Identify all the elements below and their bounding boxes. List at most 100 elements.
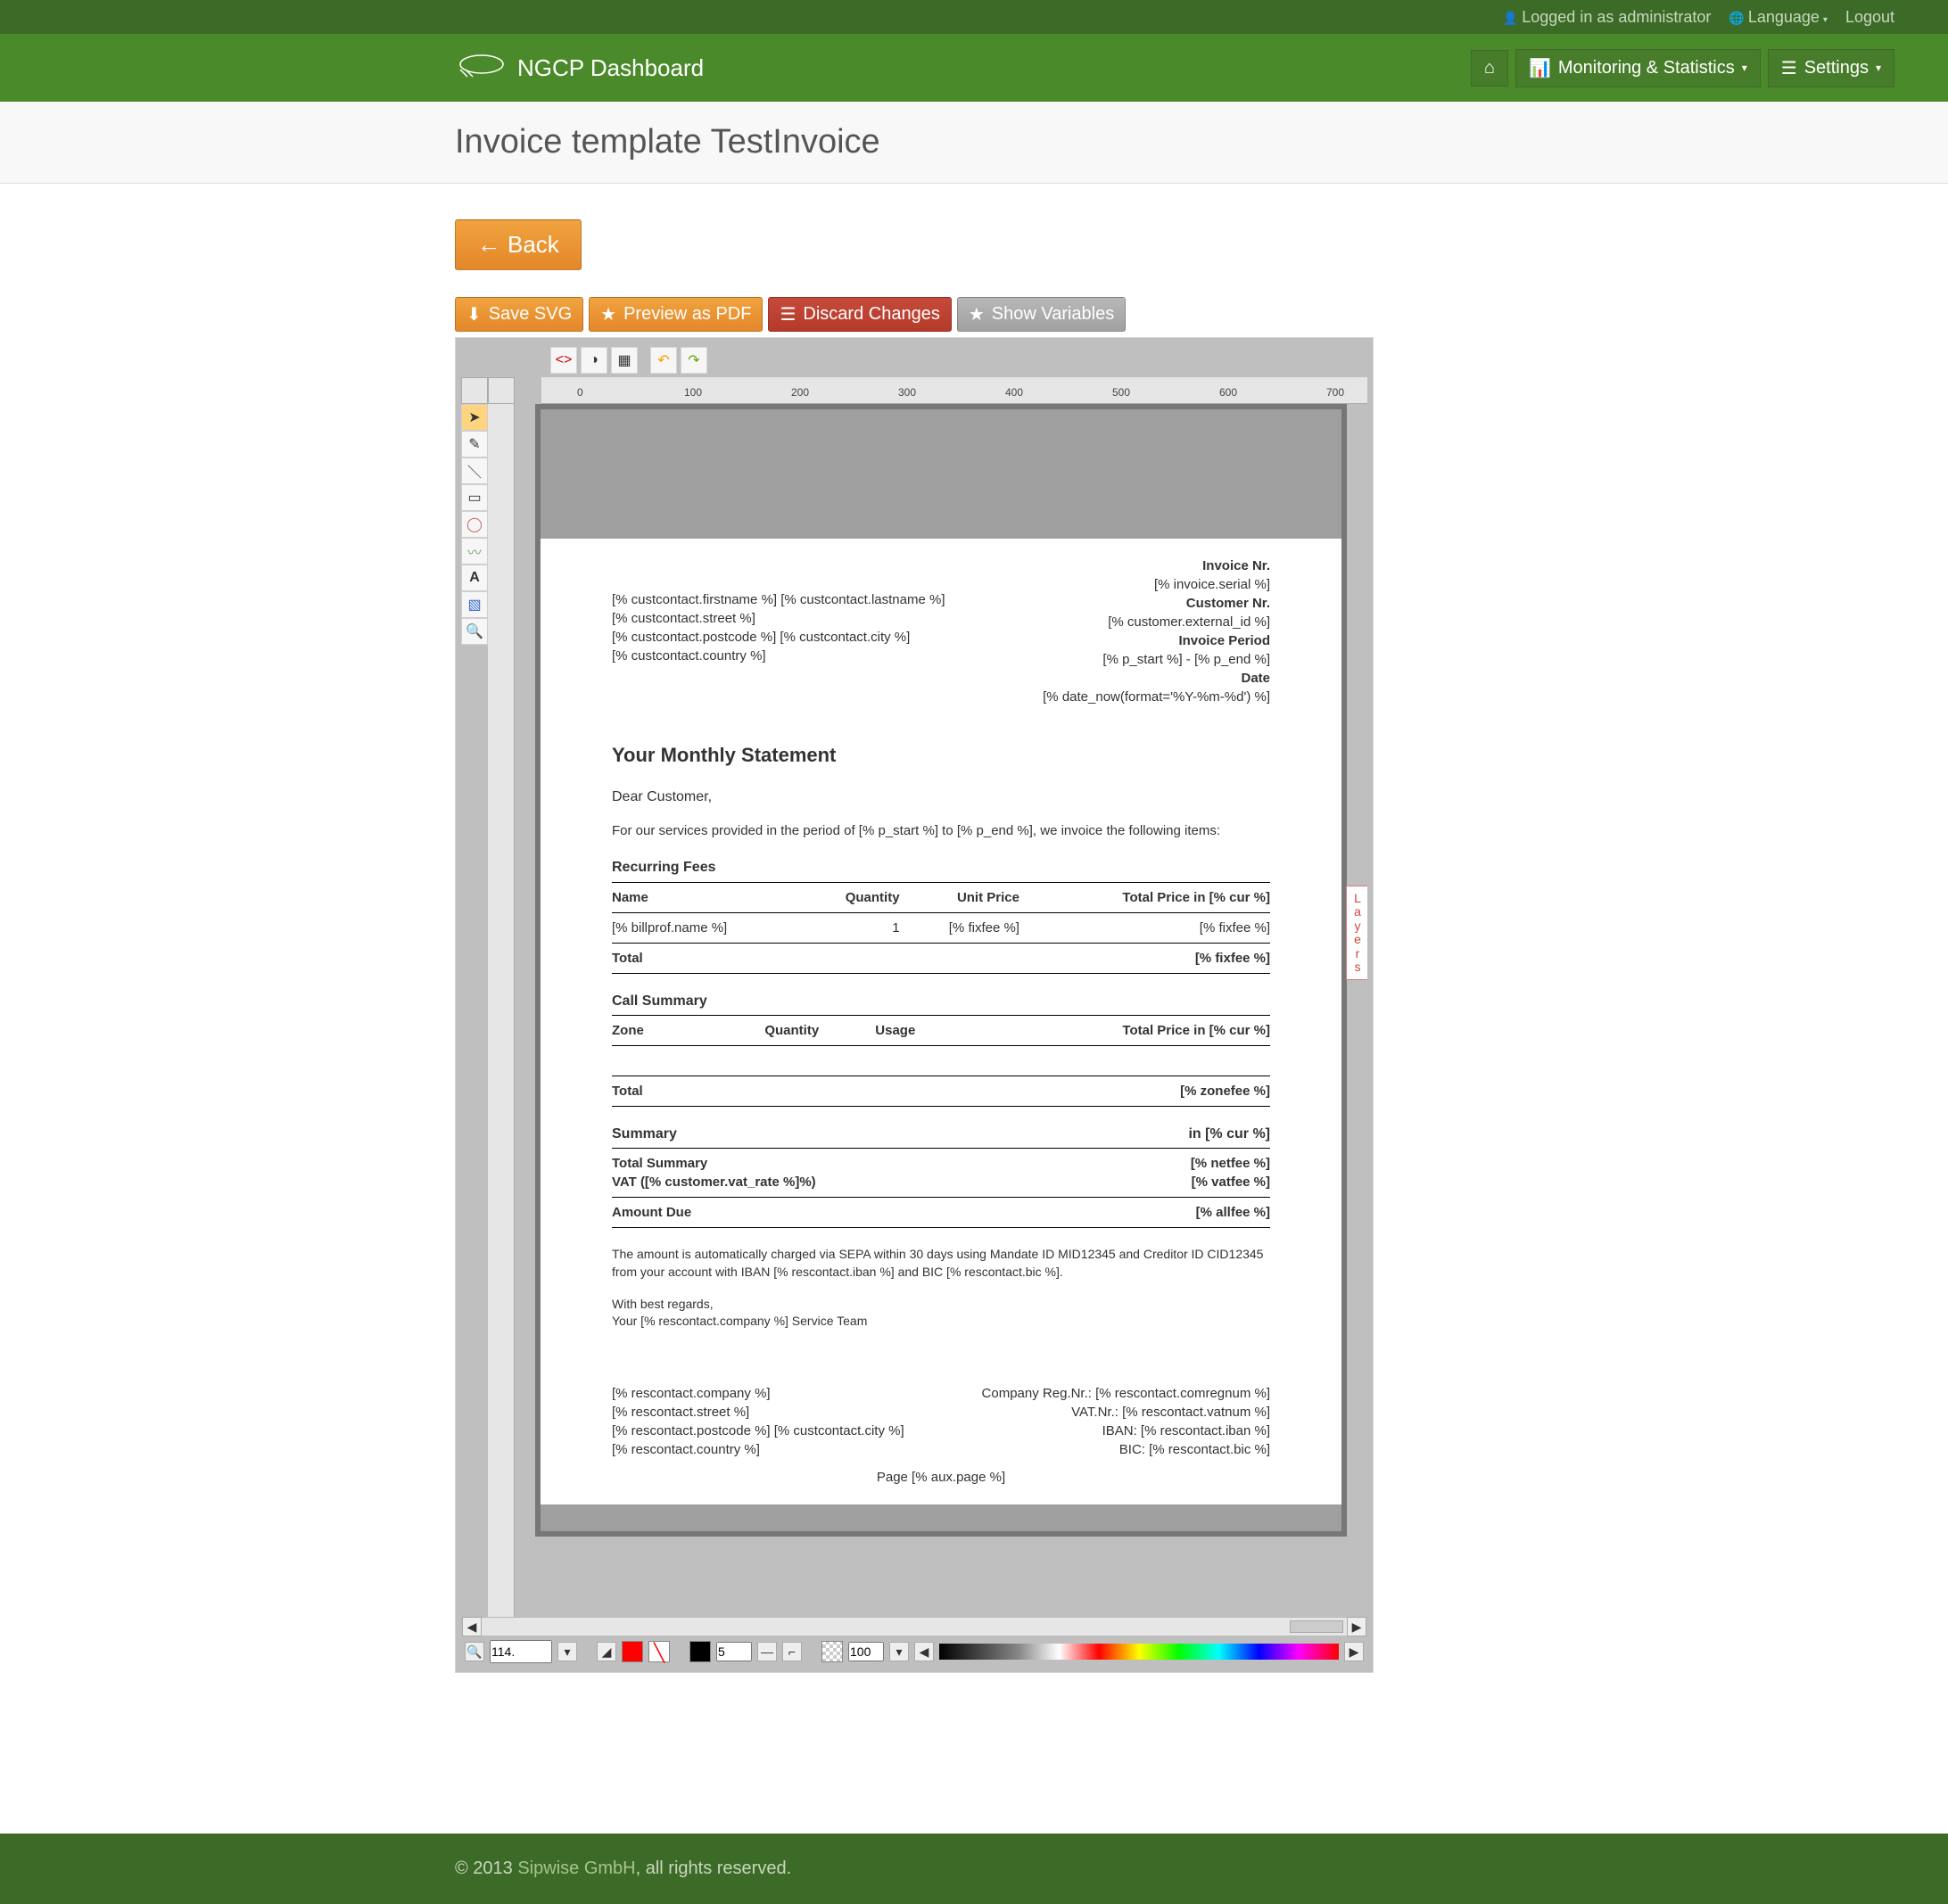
undo-button[interactable]: ↶ <box>650 347 677 374</box>
ruler-horizontal: 0100200300400500600700 <box>541 377 1367 404</box>
canvas-scrollbar-horizontal[interactable]: ◀ ▶ <box>461 1617 1367 1636</box>
editor-footer: 🔍 ▾ ◢ ╲ — ⌐ ▾ ◀ ▶ <box>461 1636 1367 1667</box>
topbar: 👤Logged in as administrator 🌐Language▾ L… <box>0 0 1948 34</box>
invoice-footer: [% rescontact.company %] [% rescontact.s… <box>612 1384 1270 1459</box>
summary-heading: Summary <box>612 1125 677 1144</box>
redo-button[interactable]: ↷ <box>681 347 707 374</box>
preview-pdf-button[interactable]: ★Preview as PDF <box>589 297 763 332</box>
chevron-down-icon: ▾ <box>1876 62 1881 74</box>
calls-heading: Call Summary <box>612 992 1270 1011</box>
undo-icon: ↶ <box>657 351 669 369</box>
wireframe-icon: ◑ <box>590 352 598 368</box>
discard-changes-button[interactable]: ☰Discard Changes <box>768 297 951 332</box>
list-icon: ☰ <box>1781 57 1797 79</box>
chevron-down-icon: ▾ <box>1823 15 1828 25</box>
zoom-tool[interactable]: 🔍 <box>461 618 488 645</box>
user-icon: 👤 <box>1503 11 1518 25</box>
regards1: With best regards, <box>612 1296 1270 1314</box>
zoom-stepper[interactable]: ▾ <box>557 1642 577 1661</box>
zoom-icon[interactable]: 🔍 <box>465 1642 484 1661</box>
charge-text: The amount is automatically charged via … <box>612 1246 1270 1281</box>
navbar: NGCP Dashboard ⌂ 📊Monitoring & Statistic… <box>0 34 1948 102</box>
path-tool[interactable]: 〰 <box>461 538 488 565</box>
fill-color[interactable] <box>622 1641 643 1662</box>
eyedrop-icon[interactable]: ◢ <box>597 1642 616 1661</box>
subheader: Invoice template TestInvoice <box>0 102 1948 184</box>
dear-customer: Dear Customer, <box>612 787 1270 807</box>
show-variables-button[interactable]: ★Show Variables <box>957 297 1126 332</box>
svg-editor: <> ◑ ▦ ↶ ↷ 0100200300400500600700 ➤ ✎ ＼ … <box>455 337 1374 1673</box>
palette-right[interactable]: ▶ <box>1344 1642 1364 1661</box>
code-icon: <> <box>556 352 573 368</box>
opacity-input[interactable] <box>848 1642 884 1661</box>
opacity-swatch[interactable] <box>821 1641 843 1662</box>
canvas-area[interactable]: [% custcontact.firstname %] [% custconta… <box>515 404 1367 1617</box>
home-icon: ⌂ <box>1484 58 1495 78</box>
select-tool[interactable]: ➤ <box>461 404 488 431</box>
star-icon: ★ <box>969 303 985 326</box>
editor-body: ➤ ✎ ＼ ▭ ◯ 〰 A ▧ 🔍 [% c <box>461 404 1367 1617</box>
stroke-color[interactable] <box>689 1641 711 1662</box>
save-svg-button[interactable]: ⬇Save SVG <box>455 297 583 332</box>
monitoring-dropdown[interactable]: 📊Monitoring & Statistics▾ <box>1515 49 1761 87</box>
page-body: ←Back ⬇Save SVG ★Preview as PDF ☰Discard… <box>0 184 1873 1727</box>
customer-address: [% custcontact.firstname %] [% custconta… <box>612 590 945 706</box>
summary-cur: in [% cur %] <box>1188 1125 1270 1144</box>
ruler-corner <box>461 377 488 404</box>
ellipse-icon: ◯ <box>466 515 483 533</box>
logged-in-label: 👤Logged in as administrator <box>1503 8 1712 27</box>
table-row <box>612 1045 1270 1076</box>
opacity-stepper[interactable]: ▾ <box>889 1642 909 1661</box>
star-icon: ★ <box>600 303 616 326</box>
brand[interactable]: NGCP Dashboard <box>455 52 704 84</box>
text-icon: A <box>469 570 480 586</box>
layers-panel-toggle[interactable]: Layers <box>1346 886 1367 980</box>
color-palette[interactable] <box>939 1644 1339 1660</box>
rect-tool[interactable]: ▭ <box>461 484 488 511</box>
stroke-width-input[interactable] <box>716 1642 752 1661</box>
grid-button[interactable]: ▦ <box>611 347 638 374</box>
rect-icon: ▭ <box>467 489 481 507</box>
line-tool[interactable]: ＼ <box>461 457 488 484</box>
dash-style[interactable]: — <box>757 1642 777 1661</box>
image-tool[interactable]: ▧ <box>461 591 488 618</box>
chevron-down-icon: ▾ <box>1742 62 1747 74</box>
zoom-icon: 🔍 <box>466 622 483 640</box>
settings-dropdown[interactable]: ☰Settings▾ <box>1768 49 1894 87</box>
scroll-right-icon[interactable]: ▶ <box>1347 1617 1366 1636</box>
table-row: [% billprof.name %]1[% fixfee %][% fixfe… <box>612 912 1270 943</box>
chart-icon: 📊 <box>1529 57 1551 79</box>
palette-left[interactable]: ◀ <box>914 1642 934 1661</box>
source-button[interactable]: <> <box>550 347 577 374</box>
text-tool[interactable]: A <box>461 565 488 591</box>
invoice-page[interactable]: [% custcontact.firstname %] [% custconta… <box>535 404 1347 1537</box>
wireframe-button[interactable]: ◑ <box>581 347 607 374</box>
arrow-left-icon: ← <box>477 231 500 259</box>
summary-table: Total SummaryVAT ([% customer.vat_rate %… <box>612 1149 1270 1228</box>
cursor-icon: ➤ <box>468 408 480 426</box>
scroll-left-icon[interactable]: ◀ <box>462 1617 482 1636</box>
sipwise-link[interactable]: Sipwise GmbH <box>517 1859 635 1878</box>
path-icon: 〰 <box>467 540 482 562</box>
editor-top-toolbar: <> ◑ ▦ ↶ ↷ <box>461 343 1367 377</box>
pencil-tool[interactable]: ✎ <box>461 431 488 457</box>
scrollbar-thumb[interactable] <box>1290 1620 1343 1633</box>
no-fill[interactable]: ╲ <box>648 1641 670 1662</box>
page-number: Page [% aux.page %] <box>612 1468 1270 1487</box>
download-icon: ⬇ <box>466 303 482 326</box>
linejoin-style[interactable]: ⌐ <box>782 1642 802 1661</box>
regards2: Your [% rescontact.company %] Service Te… <box>612 1313 1270 1331</box>
back-button[interactable]: ←Back <box>455 219 582 270</box>
language-dropdown[interactable]: 🌐Language▾ <box>1729 8 1828 27</box>
statement-title: Your Monthly Statement <box>612 742 1270 770</box>
ruler-corner2 <box>488 377 515 404</box>
home-button[interactable]: ⌂ <box>1471 50 1508 87</box>
zoom-input[interactable] <box>490 1640 552 1663</box>
ruler-vertical <box>488 404 515 1617</box>
logout-link[interactable]: Logout <box>1845 8 1894 27</box>
pencil-icon: ✎ <box>468 435 480 453</box>
globe-icon: 🌐 <box>1729 11 1744 25</box>
brand-text: NGCP Dashboard <box>517 54 704 82</box>
calls-table: ZoneQuantityUsageTotal Price in [% cur %… <box>612 1015 1270 1107</box>
ellipse-tool[interactable]: ◯ <box>461 511 488 538</box>
